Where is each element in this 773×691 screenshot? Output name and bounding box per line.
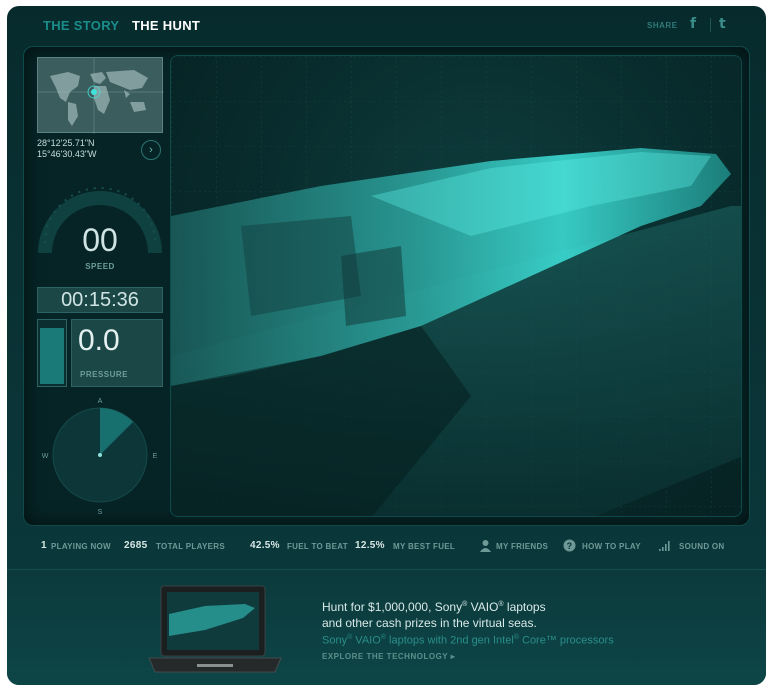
speed-label: SPEED bbox=[85, 262, 115, 271]
how-to-play-link[interactable]: HOW TO PLAY bbox=[582, 542, 641, 551]
fuel-bar bbox=[37, 319, 67, 387]
stats-bar: 1 PLAYING NOW 2685 TOTAL PLAYERS 42.5% F… bbox=[7, 539, 766, 557]
twitter-icon[interactable]: t bbox=[719, 16, 726, 32]
playing-now-count: 1 bbox=[41, 540, 47, 551]
playing-now-label: PLAYING NOW bbox=[51, 542, 111, 551]
world-map-icon bbox=[38, 58, 164, 134]
compass-north: A bbox=[98, 398, 103, 405]
sonar-viewport[interactable] bbox=[170, 55, 742, 517]
fuel-fill bbox=[40, 328, 64, 384]
nav-the-hunt[interactable]: THE HUNT bbox=[132, 18, 200, 33]
world-map[interactable] bbox=[37, 57, 164, 134]
compass-radar: A W E S bbox=[42, 398, 158, 516]
share-label: SHARE bbox=[647, 21, 678, 30]
nav-the-story[interactable]: THE STORY bbox=[43, 18, 119, 33]
fuel-to-beat-label: FUEL TO BEAT bbox=[287, 542, 348, 551]
promo-banner: Hunt for $1,000,000, Sony® VAIO® laptops… bbox=[7, 569, 766, 685]
top-nav: THE STORY THE HUNT SHARE f t bbox=[7, 6, 766, 46]
user-icon[interactable] bbox=[479, 539, 492, 552]
sonar-scan-image bbox=[171, 56, 741, 516]
help-icon[interactable]: ? bbox=[563, 539, 576, 552]
svg-text:?: ? bbox=[567, 541, 573, 551]
fuel-to-beat-value: 42.5% bbox=[250, 540, 280, 551]
sound-bars-icon[interactable] bbox=[658, 539, 671, 552]
promo-headline-2: and other cash prizes in the virtual sea… bbox=[322, 616, 537, 630]
my-friends-link[interactable]: MY FRIENDS bbox=[496, 542, 548, 551]
sound-toggle[interactable]: SOUND ON bbox=[679, 542, 725, 551]
pressure-label: PRESSURE bbox=[80, 370, 129, 379]
compass-west: W bbox=[42, 453, 49, 460]
best-fuel-value: 12.5% bbox=[355, 540, 385, 551]
app-frame: THE STORY THE HUNT SHARE f t 28°12'25.71… bbox=[7, 6, 766, 685]
compass-east: E bbox=[153, 453, 158, 460]
sonar-console: 28°12'25.71"N 15°46'30.43"W › 00 SPEED 0… bbox=[23, 46, 750, 526]
best-fuel-label: MY BEST FUEL bbox=[393, 542, 456, 551]
explore-technology-link[interactable]: EXPLORE THE TECHNOLOGY ▸ bbox=[322, 652, 455, 661]
nav-divider bbox=[710, 18, 711, 32]
coordinates-readout: 28°12'25.71"N 15°46'30.43"W bbox=[37, 138, 97, 160]
latitude: 28°12'25.71"N bbox=[37, 138, 95, 148]
total-players-label: TOTAL PLAYERS bbox=[156, 542, 225, 551]
facebook-icon[interactable]: f bbox=[690, 16, 696, 32]
speed-value: 00 bbox=[82, 222, 118, 258]
promo-subline: Sony® VAIO® laptops with 2nd gen Intel® … bbox=[322, 634, 614, 647]
laptop-image[interactable] bbox=[145, 584, 285, 676]
promo-headline-1: Hunt for $1,000,000, Sony® VAIO® laptops bbox=[322, 600, 546, 614]
timer: 00:15:36 bbox=[37, 287, 163, 313]
compass-south: S bbox=[98, 509, 103, 516]
pressure-value: 0.0 bbox=[78, 324, 120, 357]
total-players-count: 2685 bbox=[124, 540, 148, 551]
pressure-panel: 0.0 PRESSURE bbox=[71, 319, 163, 387]
longitude: 15°46'30.43"W bbox=[37, 149, 97, 159]
chevron-right-icon[interactable]: › bbox=[141, 140, 161, 160]
